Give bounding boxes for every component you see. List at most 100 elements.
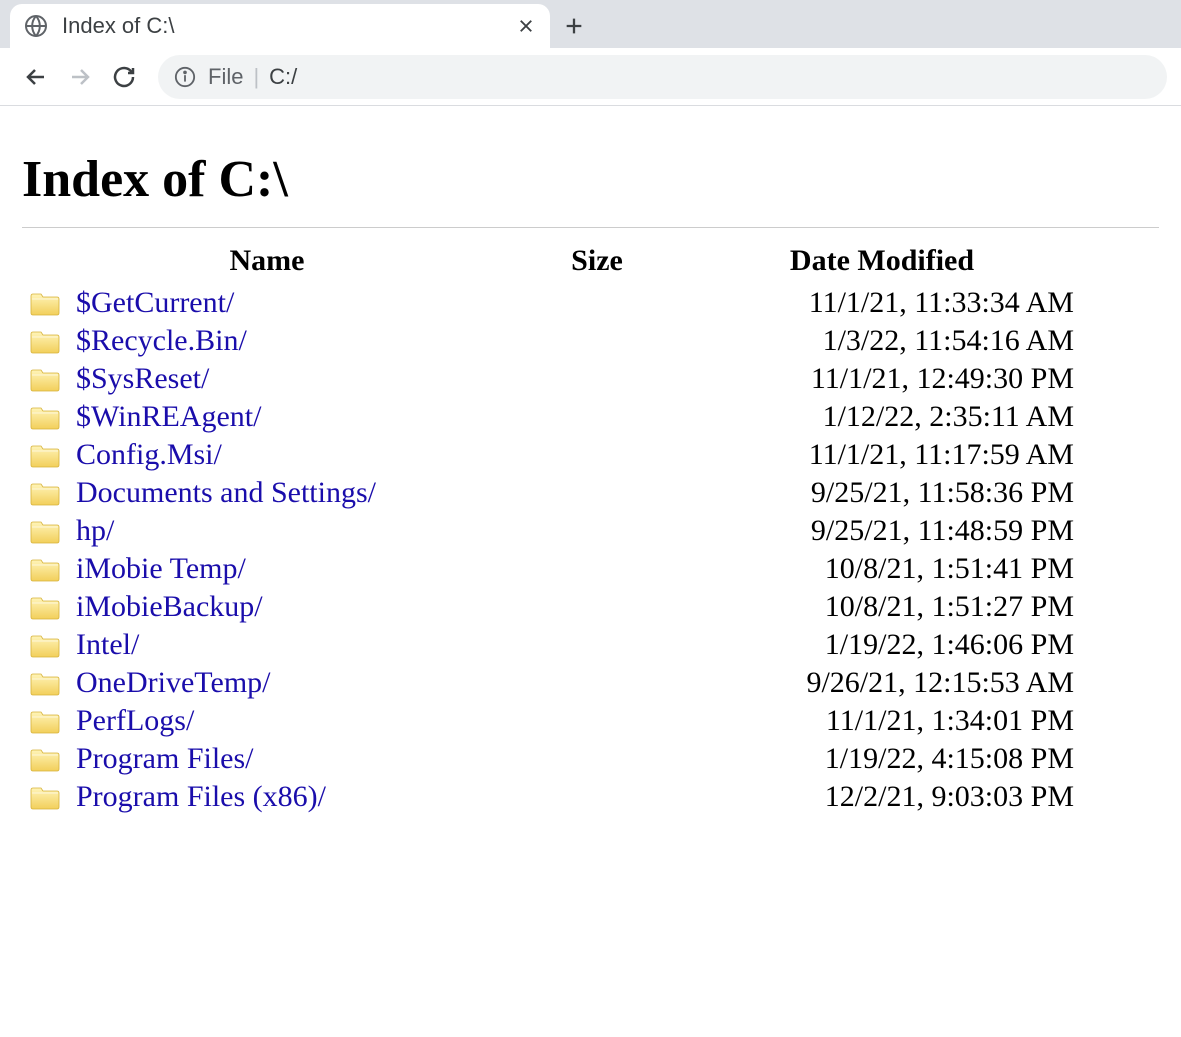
entry-link[interactable]: $WinREAgent/ xyxy=(76,400,261,433)
entry-size xyxy=(512,474,682,512)
table-row: iMobieBackup/10/8/21, 1:51:27 PM xyxy=(22,588,1082,626)
entry-date: 9/25/21, 11:58:36 PM xyxy=(682,474,1082,512)
folder-icon xyxy=(22,322,68,360)
column-header-date[interactable]: Date Modified xyxy=(682,238,1082,284)
globe-icon xyxy=(24,14,48,38)
entry-date: 1/19/22, 4:15:08 PM xyxy=(682,740,1082,778)
entry-date: 10/8/21, 1:51:27 PM xyxy=(682,588,1082,626)
entry-name: $GetCurrent/ xyxy=(68,284,512,322)
column-header-name[interactable]: Name xyxy=(22,238,512,284)
address-bar[interactable]: File | C:/ xyxy=(158,55,1167,99)
entry-link[interactable]: Documents and Settings/ xyxy=(76,476,376,509)
folder-icon xyxy=(22,778,68,816)
table-row: Program Files (x86)/ 12/2/21, 9:03:03 PM xyxy=(22,778,1082,816)
table-row: Config.Msi/11/1/21, 11:17:59 AM xyxy=(22,436,1082,474)
table-row: Program Files/1/19/22, 4:15:08 PM xyxy=(22,740,1082,778)
table-row: $SysReset/11/1/21, 12:49:30 PM xyxy=(22,360,1082,398)
entry-size xyxy=(512,702,682,740)
entry-name: Program Files (x86)/ xyxy=(68,778,512,816)
directory-listing: Name Size Date Modified $GetCurrent/11/1… xyxy=(22,238,1082,816)
column-header-size[interactable]: Size xyxy=(512,238,682,284)
tab-strip: Index of C:\ xyxy=(0,0,1181,48)
entry-date: 9/26/21, 12:15:53 AM xyxy=(682,664,1082,702)
folder-icon xyxy=(22,398,68,436)
entry-name: Config.Msi/ xyxy=(68,436,512,474)
entry-link[interactable]: $Recycle.Bin/ xyxy=(76,324,247,357)
entry-link[interactable]: hp/ xyxy=(76,514,114,547)
entry-name: $WinREAgent/ xyxy=(68,398,512,436)
folder-icon xyxy=(22,284,68,322)
entry-size xyxy=(512,398,682,436)
entry-date: 1/12/22, 2:35:11 AM xyxy=(682,398,1082,436)
entry-link[interactable]: $SysReset/ xyxy=(76,362,209,395)
entry-date: 11/1/21, 1:34:01 PM xyxy=(682,702,1082,740)
entry-date: 12/2/21, 9:03:03 PM xyxy=(682,778,1082,816)
entry-link[interactable]: iMobie Temp/ xyxy=(76,552,246,585)
entry-date: 11/1/21, 11:17:59 AM xyxy=(682,436,1082,474)
folder-icon xyxy=(22,436,68,474)
entry-name: iMobieBackup/ xyxy=(68,588,512,626)
entry-link[interactable]: iMobieBackup/ xyxy=(76,590,263,623)
entry-name: PerfLogs/ xyxy=(68,702,512,740)
back-button[interactable] xyxy=(14,55,58,99)
entry-size xyxy=(512,512,682,550)
entry-link[interactable]: Config.Msi/ xyxy=(76,438,222,471)
entry-size xyxy=(512,588,682,626)
entry-size xyxy=(512,284,682,322)
folder-icon xyxy=(22,702,68,740)
entry-size xyxy=(512,626,682,664)
entry-name: hp/ xyxy=(68,512,512,550)
entry-size xyxy=(512,360,682,398)
folder-icon xyxy=(22,474,68,512)
folder-icon xyxy=(22,740,68,778)
folder-icon xyxy=(22,588,68,626)
entry-size xyxy=(512,550,682,588)
folder-icon xyxy=(22,512,68,550)
entry-link[interactable]: $GetCurrent/ xyxy=(76,286,234,319)
entry-date: 11/1/21, 12:49:30 PM xyxy=(682,360,1082,398)
folder-icon xyxy=(22,626,68,664)
divider xyxy=(22,227,1159,228)
table-row: OneDriveTemp/9/26/21, 12:15:53 AM xyxy=(22,664,1082,702)
reload-button[interactable] xyxy=(102,55,146,99)
tab-title: Index of C:\ xyxy=(62,13,516,39)
entry-link[interactable]: Program Files (x86)/ xyxy=(76,780,326,813)
entry-name: iMobie Temp/ xyxy=(68,550,512,588)
table-row: hp/9/25/21, 11:48:59 PM xyxy=(22,512,1082,550)
table-row: $GetCurrent/11/1/21, 11:33:34 AM xyxy=(22,284,1082,322)
entry-name: $SysReset/ xyxy=(68,360,512,398)
folder-icon xyxy=(22,664,68,702)
entry-date: 11/1/21, 11:33:34 AM xyxy=(682,284,1082,322)
entry-name: OneDriveTemp/ xyxy=(68,664,512,702)
entry-link[interactable]: PerfLogs/ xyxy=(76,704,194,737)
entry-date: 10/8/21, 1:51:41 PM xyxy=(682,550,1082,588)
entry-size xyxy=(512,664,682,702)
page-title: Index of C:\ xyxy=(22,150,1159,209)
entry-link[interactable]: OneDriveTemp/ xyxy=(76,666,271,699)
table-row: PerfLogs/11/1/21, 1:34:01 PM xyxy=(22,702,1082,740)
address-separator: | xyxy=(253,64,259,90)
table-row: iMobie Temp/10/8/21, 1:51:41 PM xyxy=(22,550,1082,588)
address-protocol: File xyxy=(208,64,243,90)
browser-tab[interactable]: Index of C:\ xyxy=(10,4,550,48)
new-tab-button[interactable] xyxy=(550,4,598,48)
entry-name: $Recycle.Bin/ xyxy=(68,322,512,360)
folder-icon xyxy=(22,550,68,588)
forward-button[interactable] xyxy=(58,55,102,99)
entry-date: 1/19/22, 1:46:06 PM xyxy=(682,626,1082,664)
entry-link[interactable]: Program Files/ xyxy=(76,742,254,775)
entry-size xyxy=(512,740,682,778)
table-row: $WinREAgent/1/12/22, 2:35:11 AM xyxy=(22,398,1082,436)
close-tab-icon[interactable] xyxy=(516,16,536,36)
entry-size xyxy=(512,322,682,360)
entry-link[interactable]: Intel/ xyxy=(76,628,139,661)
folder-icon xyxy=(22,360,68,398)
info-icon xyxy=(174,66,196,88)
entry-size xyxy=(512,778,682,816)
entry-name: Documents and Settings/ xyxy=(68,474,512,512)
entry-size xyxy=(512,436,682,474)
table-row: $Recycle.Bin/1/3/22, 11:54:16 AM xyxy=(22,322,1082,360)
entry-date: 1/3/22, 11:54:16 AM xyxy=(682,322,1082,360)
entry-name: Program Files/ xyxy=(68,740,512,778)
entry-date: 9/25/21, 11:48:59 PM xyxy=(682,512,1082,550)
